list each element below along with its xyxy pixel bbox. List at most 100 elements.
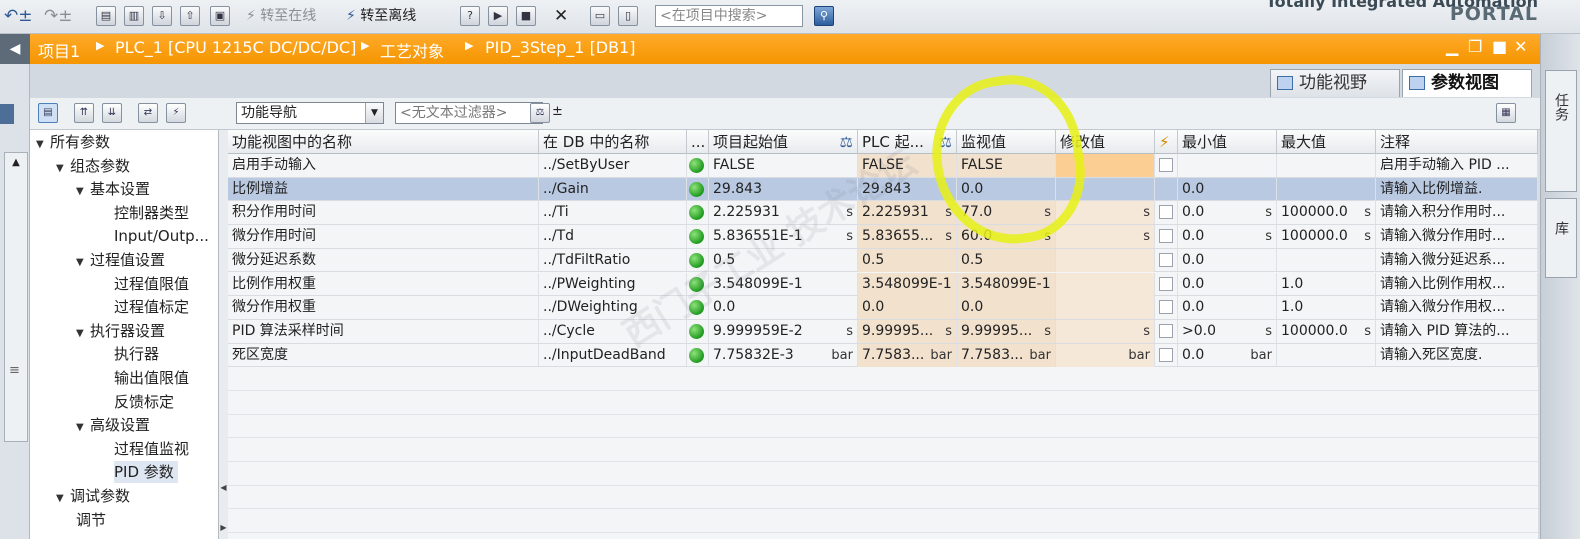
col-header-more[interactable]: ... [687, 130, 709, 154]
load-checkbox[interactable] [1155, 296, 1178, 320]
nav-item[interactable]: ▼ 基本设置 [76, 178, 150, 200]
table-row[interactable]: 微分作用权重 ../DWeighting 0.0 0.0 0.0 0.0 1.0 请输入微分作… [228, 296, 1538, 320]
expand-triangle-icon[interactable]: ▼ [36, 134, 50, 156]
cell-mod[interactable]: bar [1056, 343, 1155, 367]
cell-max[interactable] [1277, 177, 1376, 201]
load-flag-icon[interactable]: ⚡ [1155, 130, 1178, 154]
cell-comment[interactable]: 请输入比例增益. [1376, 177, 1538, 201]
cell-comment[interactable]: 请输入微分延迟系... [1376, 248, 1538, 272]
nav-scrollbar[interactable]: ◀ ▶ [218, 130, 228, 539]
cell-start[interactable]: 9.999959E-2 s [709, 319, 858, 343]
load-checkbox[interactable] [1155, 225, 1178, 249]
cell-comment[interactable]: 请输入死区宽度. [1376, 343, 1538, 367]
cell-min[interactable]: 0.0 s [1178, 225, 1277, 249]
cell-mon[interactable]: 9.99995... s [957, 319, 1056, 343]
snapshot-icon[interactable]: ⇄ [138, 103, 158, 123]
cell-plc[interactable]: 0.0 [858, 296, 957, 320]
close-icon[interactable]: ✕ [1514, 37, 1527, 56]
cell-max[interactable] [1277, 248, 1376, 272]
cell-mon[interactable]: 0.0 [957, 296, 1056, 320]
tab-functional-view[interactable]: 功能视野 [1270, 69, 1400, 97]
cell-max[interactable]: 1.0 [1277, 272, 1376, 296]
cell-plc[interactable]: 3.548099E-1 [858, 272, 957, 296]
stop-cpu-icon[interactable]: ■ [516, 6, 536, 26]
nav-item[interactable]: 过程值限值 [114, 273, 189, 295]
cell-mod[interactable] [1056, 248, 1155, 272]
checkbox[interactable] [1159, 276, 1173, 291]
upload-icon[interactable]: ⇧ [180, 6, 200, 26]
compare-icon[interactable]: ⚖ [530, 103, 550, 123]
device-icon[interactable] [0, 104, 14, 124]
col-header-comment[interactable]: 注释 [1376, 130, 1538, 154]
cell-max[interactable]: 100000.0 s [1277, 225, 1376, 249]
cell-plc[interactable]: 7.7583... bar [858, 343, 957, 367]
collapse-all-icon[interactable]: ⇊ [102, 103, 122, 123]
cell-min[interactable]: 0.0 s [1178, 201, 1277, 225]
table-row[interactable]: 微分作用时间 ../Td 5.836551E-1 s 5.83655... s 60.0 s s… [228, 225, 1538, 249]
breadcrumb-tech-objects[interactable]: 工艺对象 [380, 38, 444, 62]
go-offline-button[interactable]: ⚡ 转至离线 [346, 5, 416, 27]
nav-item[interactable]: ▼ 过程值设置 [76, 249, 165, 271]
nav-item[interactable]: Input/Outp... [114, 225, 209, 247]
cell-mon[interactable]: 0.5 [957, 248, 1056, 272]
checkbox[interactable] [1159, 205, 1173, 220]
expand-triangle-icon[interactable]: ▼ [56, 488, 70, 510]
collapse-left-icon[interactable]: ◀ [0, 34, 30, 64]
load-checkbox[interactable] [1155, 272, 1178, 296]
breadcrumb-project[interactable]: 项目1 [38, 38, 80, 62]
status-ok-icon[interactable] [687, 154, 709, 177]
cell-max[interactable] [1277, 154, 1376, 177]
cell-min[interactable]: >0.0 s [1178, 319, 1277, 343]
cell-comment[interactable]: 启用手动输入 PID ... [1376, 154, 1538, 177]
cell-mod[interactable] [1056, 272, 1155, 296]
nav-item[interactable]: 过程值标定 [114, 296, 189, 318]
split-horizontal-icon[interactable]: ▭ [590, 6, 610, 26]
cell-min[interactable] [1178, 154, 1277, 177]
project-search-input[interactable]: <在项目中搜索> [655, 5, 803, 27]
cell-comment[interactable]: 请输入 PID 算法的... [1376, 319, 1538, 343]
status-ok-icon[interactable] [687, 201, 709, 225]
nav-item[interactable]: ▼ 组态参数 [56, 155, 130, 177]
download-icon[interactable]: ⇩ [152, 6, 172, 26]
checkbox[interactable] [1159, 300, 1173, 315]
go-online-button[interactable]: ⚡ 转至在线 [246, 5, 316, 27]
cell-min[interactable]: 0.0 [1178, 296, 1277, 320]
checkbox[interactable] [1159, 252, 1173, 267]
cell-mon[interactable]: 7.7583... bar [957, 343, 1056, 367]
col-header-min[interactable]: 最小值 [1178, 130, 1277, 154]
split-vertical-icon[interactable]: ▯ [618, 6, 638, 26]
compare-dropdown-icon[interactable]: ± [552, 104, 563, 119]
accessible-devices-icon[interactable]: ? [460, 6, 480, 26]
navigation-toggle-icon[interactable]: ▤ [38, 103, 58, 123]
table-row[interactable]: 微分延迟系数 ../TdFiltRatio 0.5 0.5 0.5 0.0 请输入微分延迟系… [228, 248, 1538, 273]
cell-max[interactable]: 100000.0 s [1277, 201, 1376, 225]
nav-item[interactable]: 输出值限值 [114, 367, 189, 389]
load-values-icon[interactable]: ⚡ [166, 103, 186, 123]
load-checkbox[interactable] [1155, 319, 1178, 343]
expand-all-icon[interactable]: ⇈ [74, 103, 94, 123]
scroll-left-icon[interactable]: ◀ [219, 482, 228, 494]
library-tab[interactable]: 库 [1545, 198, 1577, 278]
restore-icon[interactable]: ❐ [1468, 37, 1482, 56]
expand-triangle-icon[interactable]: ▼ [76, 252, 90, 274]
binoculars-icon[interactable]: ⚲ [814, 6, 834, 26]
nav-item[interactable]: ▼ 执行器设置 [76, 320, 165, 342]
tasks-tab[interactable]: 任务 [1545, 70, 1577, 192]
cell-mod[interactable] [1056, 296, 1155, 320]
redo-icon[interactable]: ↷± [44, 5, 73, 27]
load-checkbox[interactable] [1155, 154, 1178, 177]
cell-max[interactable] [1277, 343, 1376, 367]
cell-comment[interactable]: 请输入微分作用时... [1376, 225, 1538, 249]
scroll-right-icon[interactable]: ▶ [219, 522, 228, 534]
table-row[interactable]: 比例作用权重 ../PWeighting 3.548099E-1 3.548099E-… [228, 272, 1538, 297]
col-header-name[interactable]: 功能视图中的名称 [228, 130, 539, 154]
col-header-db-name[interactable]: 在 DB 中的名称 [539, 130, 687, 154]
nav-item[interactable]: 反馈标定 [114, 391, 174, 413]
cell-max[interactable]: 100000.0 s [1277, 319, 1376, 343]
load-checkbox[interactable] [1155, 177, 1178, 201]
cell-mod[interactable]: s [1056, 319, 1155, 343]
nav-item[interactable]: PID 参数 [114, 461, 178, 484]
expand-triangle-icon[interactable]: ▼ [56, 158, 70, 180]
undo-icon[interactable]: ↶± [4, 5, 33, 27]
copy-icon[interactable]: ▤ [96, 6, 116, 26]
